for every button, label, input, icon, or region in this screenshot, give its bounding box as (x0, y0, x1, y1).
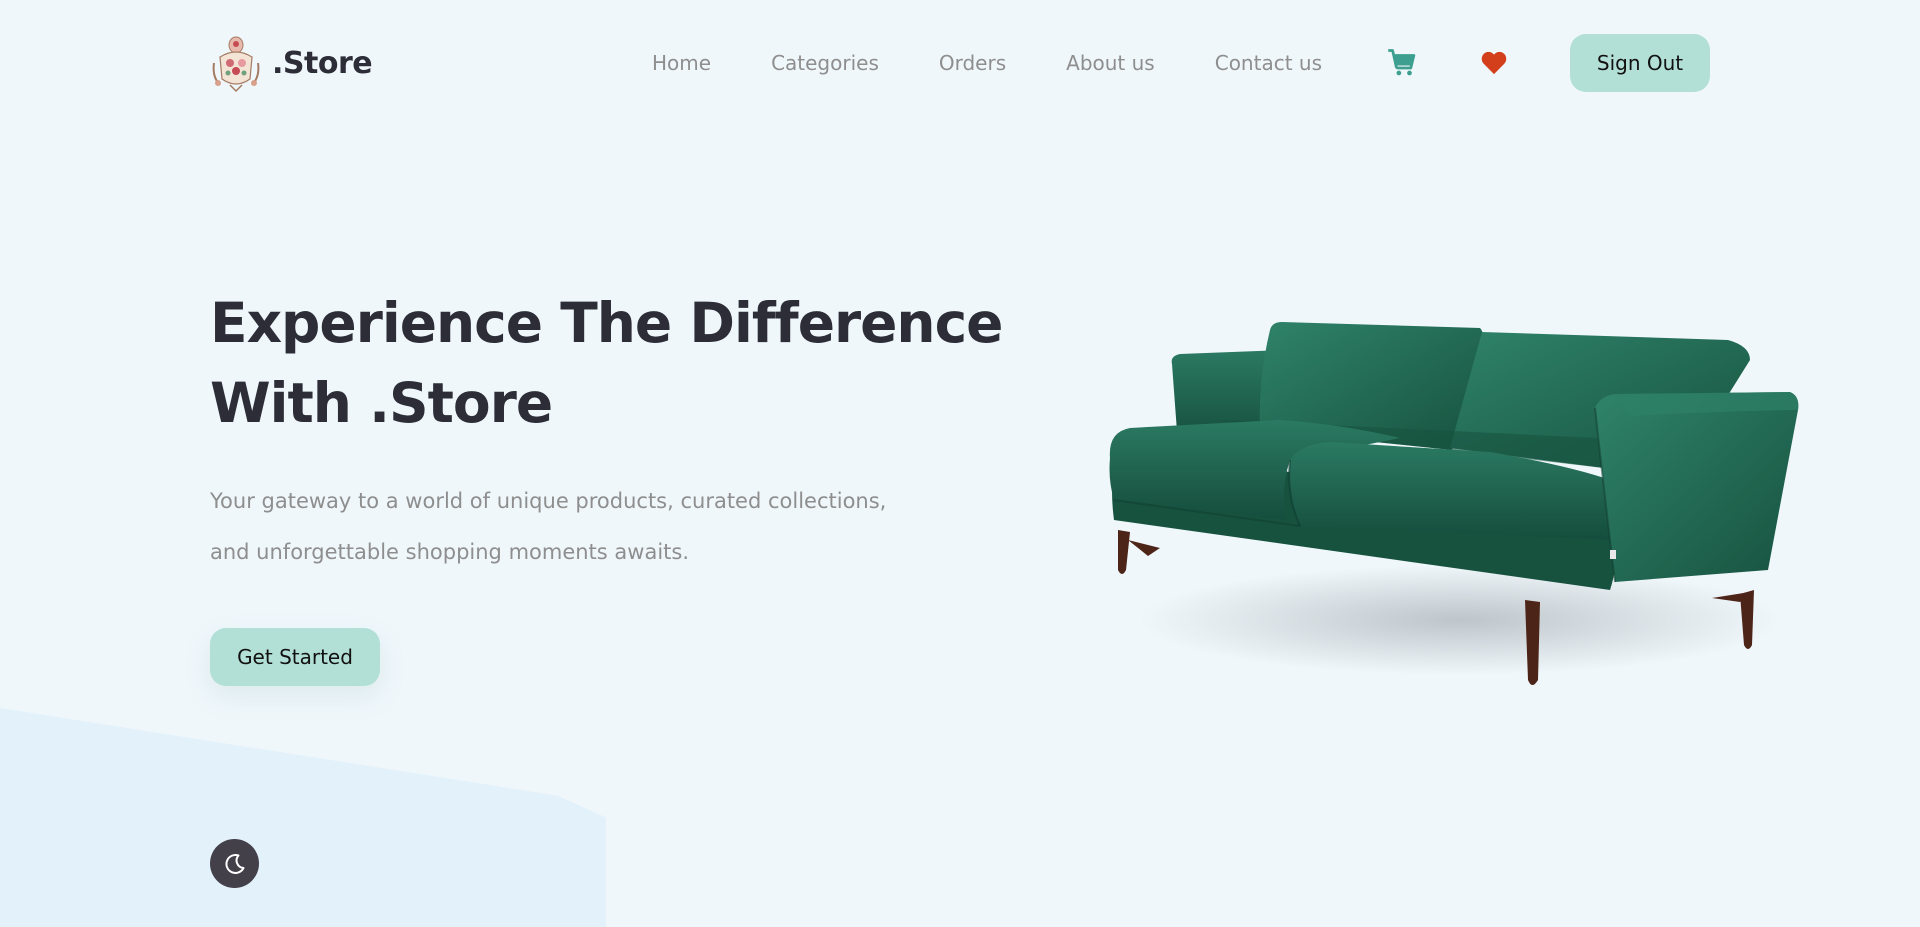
nav-about-us[interactable]: About us (1066, 51, 1155, 75)
theme-toggle-button[interactable] (210, 839, 259, 888)
nav-orders[interactable]: Orders (939, 51, 1006, 75)
get-started-button[interactable]: Get Started (210, 628, 380, 686)
page: .Store Home Categories Orders About us C… (0, 0, 1920, 927)
nav-home[interactable]: Home (652, 51, 711, 75)
sofa-image (1109, 322, 1799, 685)
hero-title: Experience The Difference With .Store (210, 283, 1010, 443)
moon-icon (224, 853, 244, 874)
background-shape (0, 708, 606, 927)
brand-name: .Store (272, 45, 373, 81)
logo-emblem-icon (212, 36, 260, 93)
heart-icon[interactable] (1480, 49, 1508, 77)
logo[interactable]: .Store (210, 28, 373, 98)
main-nav: Home Categories Orders About us Contact … (652, 28, 1322, 98)
nav-contact-us[interactable]: Contact us (1215, 51, 1322, 75)
hero-subtitle-line-2: and unforgettable shopping moments await… (210, 540, 690, 564)
hero-subtitle-line-1: Your gateway to a world of unique produc… (210, 489, 887, 513)
hero-title-line-1: Experience The Difference (210, 291, 1003, 355)
hero-subtitle: Your gateway to a world of unique produc… (210, 476, 970, 578)
header: .Store Home Categories Orders About us C… (210, 28, 1710, 98)
nav-categories[interactable]: Categories (771, 51, 879, 75)
hero-title-line-2: With .Store (210, 371, 553, 435)
sign-out-button[interactable]: Sign Out (1570, 34, 1710, 92)
cart-icon[interactable] (1387, 48, 1417, 78)
